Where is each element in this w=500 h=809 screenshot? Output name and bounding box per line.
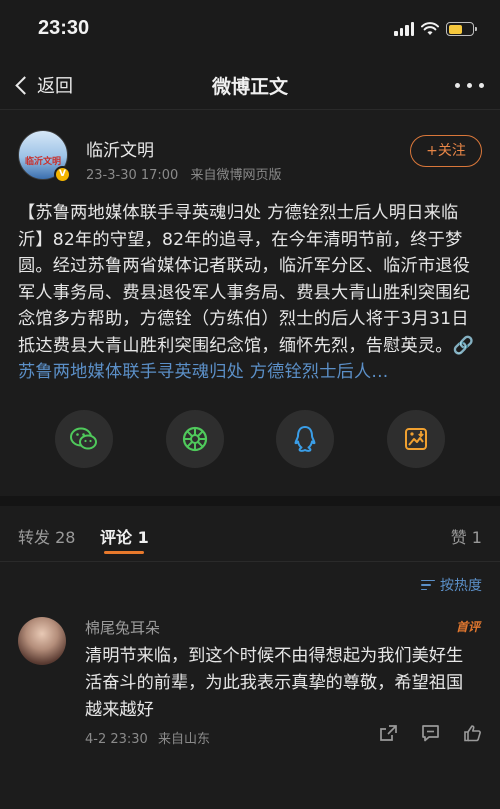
wifi-icon: [421, 22, 439, 35]
share-icon[interactable]: [379, 724, 398, 742]
comment-item: 棉尾兔耳朵 首评 清明节来临，到这个时候不由得想起为我们美好生活奋斗的前辈，为此…: [0, 606, 500, 747]
more-options-button[interactable]: [455, 83, 484, 88]
post-body: 【苏鲁两地媒体联手寻英魂归处 方德铨烈士后人明日来临沂】82年的守望，82年的追…: [18, 200, 482, 386]
battery-level: [448, 24, 463, 34]
share-wechat-button[interactable]: [55, 409, 113, 468]
save-image-button[interactable]: [386, 409, 445, 468]
post: 临沂文明 V 临沂文明 23-3-30 17:00 来自微博网页版 +关注 【苏…: [0, 110, 500, 496]
like-icon[interactable]: [463, 724, 482, 742]
more-dot-icon: [467, 83, 472, 88]
share-moments-button[interactable]: [165, 409, 224, 468]
sort-label: 按热度: [440, 577, 482, 594]
post-source: 来自微博网页版: [190, 168, 282, 183]
share-qq-button[interactable]: [276, 409, 335, 468]
wechat-icon: [70, 427, 97, 449]
share-row: [18, 386, 482, 496]
comment-date: 4-2 23:30: [85, 731, 148, 747]
sort-row: 按热度: [0, 562, 500, 606]
comment-actions: [379, 724, 482, 742]
first-comment-badge: 首评: [455, 619, 480, 634]
tab-comments[interactable]: 评论 1: [100, 524, 149, 548]
qq-icon: [294, 425, 316, 452]
status-icons: [394, 22, 477, 36]
more-dot-icon: [455, 83, 460, 88]
commenter-name[interactable]: 棉尾兔耳朵: [85, 617, 160, 638]
verified-badge-icon: V: [54, 166, 71, 183]
post-date: 23-3-30 17:00: [86, 168, 179, 183]
author-name[interactable]: 临沂文明: [86, 136, 154, 161]
save-image-icon: [404, 427, 427, 450]
tab-row: 转发 28 评论 1 赞 1: [0, 505, 500, 562]
nav-bar: 返回 微博正文: [0, 60, 500, 110]
post-text: 【苏鲁两地媒体联手寻英魂归处 方德铨烈士后人明日来临沂】82年的守望，82年的追…: [18, 203, 471, 356]
moments-icon: [182, 426, 207, 451]
comment-location: 来自山东: [157, 731, 210, 747]
status-time: 23:30: [38, 17, 90, 39]
status-bar: 23:30: [0, 0, 500, 60]
active-tab-indicator: [104, 550, 144, 554]
battery-icon: [446, 22, 477, 36]
page-title: 微博正文: [211, 76, 288, 98]
avatar-text: 临沂文明: [24, 157, 61, 167]
cellular-signal-icon: [394, 22, 414, 36]
commenter-avatar[interactable]: [18, 616, 66, 665]
comment-text: 清明节来临，到这个时候不由得想起为我们美好生活奋斗的前辈，为此我表示真挚的尊敬，…: [85, 645, 464, 720]
post-meta: 23-3-30 17:00 来自微博网页版: [86, 164, 282, 183]
comment-icon[interactable]: [421, 724, 440, 742]
section-divider: [0, 495, 500, 506]
sort-icon: [421, 579, 435, 591]
follow-button[interactable]: +关注: [410, 135, 482, 167]
comment-meta: 4-2 23:30 来自山东: [85, 728, 210, 747]
sort-by-popularity-button[interactable]: 按热度: [421, 575, 482, 595]
tab-likes[interactable]: 赞 1: [451, 524, 482, 548]
more-dot-icon: [479, 83, 484, 88]
author-row: 临沂文明 V 临沂文明 23-3-30 17:00 来自微博网页版 +关注: [18, 110, 482, 188]
tab-reposts[interactable]: 转发 28: [18, 524, 75, 548]
